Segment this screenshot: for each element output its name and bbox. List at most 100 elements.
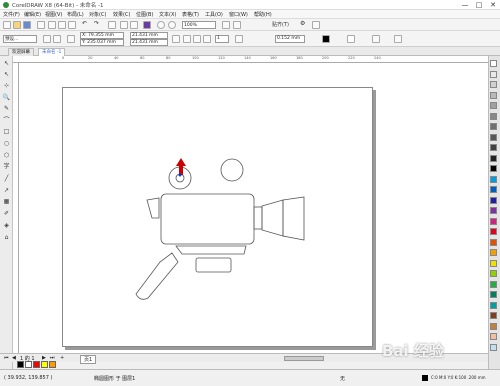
palette-swatch[interactable] [490,280,497,288]
parallel-dimension-tool-icon[interactable]: ╱ [2,174,11,183]
palette-swatch[interactable] [490,70,497,78]
palette-swatch[interactable] [490,123,497,130]
palette-swatch[interactable] [490,291,497,298]
save-icon[interactable] [23,21,31,29]
menu-view[interactable]: 视图(V) [45,11,62,18]
palette-swatch[interactable] [490,301,497,309]
outline-width-field[interactable]: 0.152 mm [275,35,305,43]
palette-swatch[interactable] [490,165,497,172]
palette-swatch[interactable] [490,270,497,277]
lock-ratio-icon[interactable] [172,35,180,43]
menu-help[interactable]: 帮助(H) [254,11,272,18]
menu-effects[interactable]: 效果(C) [113,11,130,18]
palette-swatch[interactable] [490,186,497,193]
connector-tool-icon[interactable]: ↗ [2,186,11,195]
width-field[interactable]: 21.431 mm [130,32,168,39]
document-palette-swatch[interactable] [49,361,56,368]
palette-swatch[interactable] [490,217,497,225]
palette-swatch[interactable] [490,259,497,267]
close-button[interactable]: ✕ [486,0,500,10]
maximize-button[interactable]: □ [472,0,486,10]
menu-tools[interactable]: 工具(O) [205,11,223,18]
show-rulers-icon[interactable] [233,21,241,29]
full-screen-icon[interactable] [222,21,230,29]
add-preset-icon[interactable] [43,35,51,43]
first-page-icon[interactable]: ⏮ [4,355,9,361]
menu-object[interactable]: 对象(C) [89,11,106,18]
snap-to-menu[interactable]: 贴齐(T) [272,21,289,28]
shape-tool-icon[interactable]: ↖ [2,70,11,79]
menu-layout[interactable]: 布局(L) [67,11,84,18]
ellipse-icon[interactable] [183,35,191,43]
position-reference-icon[interactable] [67,35,75,43]
rectangle-tool-icon[interactable]: □ [2,127,11,136]
rotate-icon[interactable] [235,35,243,43]
print-icon[interactable] [37,21,45,29]
palette-swatch[interactable] [490,112,497,120]
pie-icon[interactable] [193,35,201,43]
palette-swatch[interactable] [490,175,497,183]
menu-text[interactable]: 文本(X) [159,11,176,18]
pick-tool-icon[interactable]: ↖ [2,59,11,68]
document-palette-swatch[interactable] [25,361,32,368]
height-field[interactable]: 21.431 mm [130,39,168,46]
artistic-media-tool-icon[interactable]: ⌒ [2,116,11,125]
fill-color-swatch[interactable] [347,35,355,43]
transparency-tool-icon[interactable]: ▦ [2,197,11,206]
polygon-tool-icon[interactable]: ⬡ [2,151,11,160]
redo-icon[interactable]: ↷ [94,20,99,27]
horizontal-scrollbar[interactable] [284,356,324,361]
menu-file[interactable]: 文件(F) [3,11,20,18]
palette-swatch[interactable] [490,333,497,340]
preset-select[interactable]: 预设... [3,35,37,43]
text-tool-icon[interactable]: 字 [2,162,11,171]
open-folder-icon[interactable] [13,21,21,29]
palette-swatch[interactable] [490,228,497,235]
smart-fill-tool-icon[interactable]: ⌂ [2,233,11,242]
cut-icon[interactable] [48,21,56,29]
menu-bitmap[interactable]: 位图(B) [136,11,153,18]
new-document-icon[interactable] [3,21,11,29]
palette-swatch[interactable] [490,81,497,88]
interactive-fill-tool-icon[interactable]: ◈ [2,221,11,230]
document-page[interactable] [62,87,373,347]
palette-swatch[interactable] [490,249,497,256]
undo-icon[interactable]: ↶ [82,20,87,27]
document-palette-swatch[interactable] [33,361,40,368]
remove-preset-icon[interactable] [53,35,61,43]
palette-swatch[interactable] [490,207,497,214]
import-icon[interactable] [120,21,128,29]
search-content-icon[interactable] [108,21,116,29]
menu-table[interactable]: 表格(T) [182,11,199,18]
prev-page-icon[interactable]: ◀ [12,355,16,361]
x-position-field[interactable]: X: 79.355 mm [80,32,124,39]
outline-color-swatch[interactable] [322,35,330,43]
arc-icon[interactable] [203,35,211,43]
crop-tool-icon[interactable]: ⊹ [2,81,11,90]
options-gear-icon[interactable]: ⚙ [300,20,305,27]
copy-icon[interactable] [58,21,66,29]
convert-to-curves-icon[interactable] [394,35,402,43]
freehand-tool-icon[interactable]: ✎ [2,104,11,113]
palette-swatch[interactable] [490,238,497,246]
palette-swatch[interactable] [490,343,497,351]
menu-window[interactable]: 窗口(W) [229,11,248,18]
zoom-in-icon[interactable] [168,21,176,29]
zoom-out-icon[interactable] [157,21,165,29]
palette-swatch[interactable] [490,102,497,109]
palette-swatch[interactable] [490,322,497,330]
paste-icon[interactable] [68,21,76,29]
y-position-field[interactable]: Y: 235.037 mm [80,39,124,46]
tab-welcome[interactable]: 欢迎屏幕 [8,48,34,56]
launch-icon[interactable] [312,21,320,29]
add-page-icon[interactable]: + [60,355,64,361]
zoom-level-select[interactable]: 100% [182,21,216,29]
ellipse-tool-icon[interactable]: ○ [2,139,11,148]
menu-edit[interactable]: 编辑(E) [24,11,41,18]
palette-swatch[interactable] [490,312,497,319]
document-palette-swatch[interactable] [17,361,24,368]
copies-field[interactable]: 1 [215,35,229,43]
palette-swatch[interactable] [490,91,497,99]
export-icon[interactable] [130,21,138,29]
palette-swatch[interactable] [490,196,497,204]
